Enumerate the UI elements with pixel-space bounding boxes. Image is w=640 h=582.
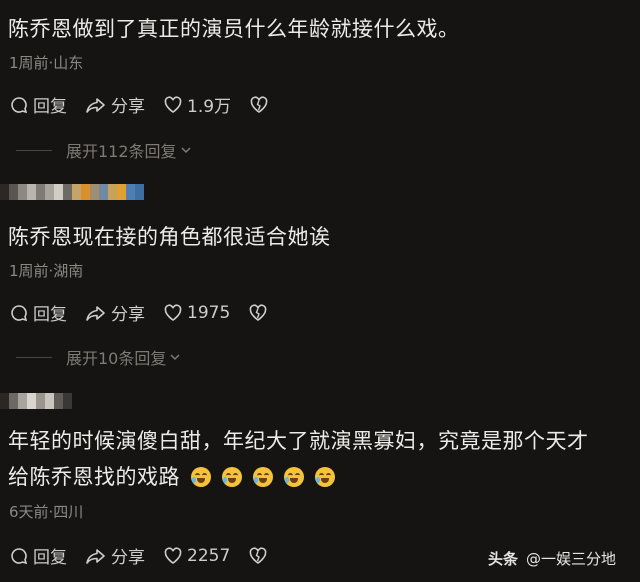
share-label: 分享 [111,548,145,568]
share-icon [86,97,105,113]
crying-laughing-emoji [284,467,304,487]
crying-laughing-emoji [191,467,211,487]
expand-label: 展开10条回复 [66,349,167,368]
reply-label: 回复 [33,548,67,568]
share-button[interactable]: 分享 [85,300,145,325]
comment-3-text-line2: 给陈乔恩找的戏路 [8,460,335,494]
watermark-brand: 头条 [488,550,519,568]
share-label: 分享 [111,97,145,117]
share-icon [86,548,105,564]
dislike-button[interactable] [248,546,272,566]
reply-button[interactable]: 回复 [9,92,67,117]
share-button[interactable]: 分享 [85,92,145,117]
comment-3-text-line1: 年轻的时候演傻白甜，年纪大了就演黑寡妇，究竟是那个天才 [8,429,589,453]
like-count: 2257 [187,545,231,566]
comment-icon [11,304,28,321]
comment-2-text: 陈乔恩现在接的角色都很适合她诶 [8,225,331,249]
share-icon [86,305,105,321]
comment-2-actions: 回复 分享 1975 [9,300,290,325]
watermark: 头条 @一娱三分地 [488,548,616,569]
comment-icon [11,547,28,564]
like-button[interactable]: 2257 [163,546,230,566]
comment-1-meta: 1周前·山东 [9,54,84,72]
blurred-username[interactable] [0,184,144,200]
comment-1-actions: 回复 分享 1.9万 [9,92,291,117]
heart-icon [164,95,182,113]
heart-icon [164,303,182,321]
share-label: 分享 [111,305,145,325]
expand-replies-2[interactable]: 展开10条回复 [16,345,182,369]
watermark-account: @一娱三分地 [526,550,617,568]
dislike-heart-icon [249,303,267,321]
comment-icon [11,96,28,113]
chevron-down-icon [170,354,180,361]
comment-3-text: 给陈乔恩找的戏路 [8,465,180,489]
divider-line [16,356,52,358]
share-button[interactable]: 分享 [85,543,145,568]
dislike-button[interactable] [248,303,272,323]
comment-3-meta: 6天前·四川 [9,503,84,521]
chevron-down-icon [181,147,191,154]
crying-laughing-emoji [253,467,273,487]
like-button[interactable]: 1.9万 [163,92,231,117]
comment-2-meta: 1周前·湖南 [9,262,84,280]
heart-icon [164,546,182,564]
like-count: 1975 [187,302,231,323]
dislike-heart-icon [250,95,268,113]
expand-label: 展开112条回复 [66,142,177,161]
dislike-heart-icon [249,546,267,564]
reply-label: 回复 [33,97,67,117]
reply-button[interactable]: 回复 [9,543,67,568]
comment-3-actions: 回复 分享 2257 [9,543,290,568]
divider-line [16,149,52,151]
like-button[interactable]: 1975 [163,303,230,323]
like-count: 1.9万 [187,97,232,117]
dislike-button[interactable] [249,95,273,115]
expand-replies-1[interactable]: 展开112条回复 [16,138,193,162]
reply-label: 回复 [33,305,67,325]
blurred-username[interactable] [0,393,72,409]
crying-laughing-emoji [315,467,335,487]
reply-button[interactable]: 回复 [9,300,67,325]
comment-1-text: 陈乔恩做到了真正的演员什么年龄就接什么戏。 [8,17,460,41]
crying-laughing-emoji [222,467,242,487]
